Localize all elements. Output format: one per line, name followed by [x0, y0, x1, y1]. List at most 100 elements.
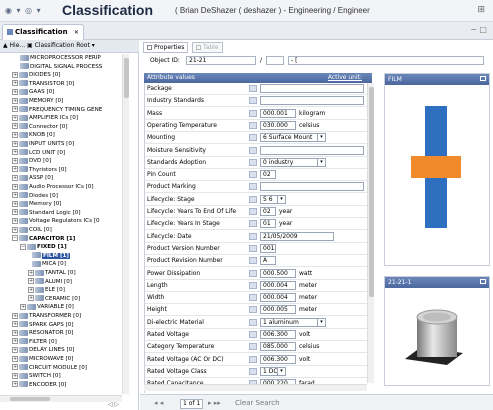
attribute-value-field[interactable]: [260, 84, 364, 93]
tree-item[interactable]: + Connector [0]: [12, 123, 68, 131]
tab-properties[interactable]: Properties: [143, 42, 189, 53]
expand-toggle-icon[interactable]: +: [12, 381, 18, 388]
tree-item[interactable]: + GAAS [0]: [12, 88, 54, 96]
grid-hscrollbar[interactable]: [144, 384, 367, 391]
expand-toggle-icon[interactable]: +: [12, 329, 18, 336]
tree-item[interactable]: + CERAMIC [0]: [28, 295, 80, 303]
expand-toggle-icon[interactable]: +: [20, 303, 26, 310]
attribute-edit-button[interactable]: [249, 146, 257, 154]
attribute-edit-button[interactable]: [249, 220, 257, 228]
expand-toggle-icon[interactable]: +: [12, 140, 18, 147]
object-id-field[interactable]: 21-21: [186, 56, 256, 65]
expand-toggle-icon[interactable]: +: [12, 183, 18, 190]
grid-vscrollbar[interactable]: [367, 83, 374, 383]
expand-toggle-icon[interactable]: +: [28, 295, 34, 302]
close-icon[interactable]: ✕: [74, 29, 79, 36]
tree-item[interactable]: MICROPROCESSOR PERIP: [20, 54, 101, 62]
expand-toggle-icon[interactable]: +: [12, 372, 18, 379]
tree-hscrollbar[interactable]: [0, 395, 122, 402]
chevron-down-icon[interactable]: ▾: [317, 157, 325, 167]
tree-item[interactable]: MICA [0]: [32, 260, 66, 268]
attribute-value-field[interactable]: 000.001: [260, 108, 296, 118]
attribute-edit-button[interactable]: [249, 244, 257, 252]
tree-item[interactable]: + FILTER [0]: [12, 338, 57, 346]
expand-toggle-icon[interactable]: +: [12, 346, 18, 353]
attribute-edit-button[interactable]: [249, 208, 257, 215]
active-unit-link[interactable]: Active unit:: [328, 74, 362, 81]
tree-item[interactable]: + LCD UNIT [0]: [12, 149, 65, 157]
attribute-value-field[interactable]: A: [260, 256, 276, 266]
tree-item[interactable]: + Standard Logic [0]: [12, 209, 81, 217]
tree-item[interactable]: + TRANSFORMER [0]: [12, 312, 81, 320]
expand-toggle-icon[interactable]: +: [28, 269, 34, 276]
attribute-edit-button[interactable]: [249, 109, 257, 117]
tree-item[interactable]: + ALUMI [0]: [28, 278, 72, 286]
attribute-value-field[interactable]: [260, 182, 364, 192]
revision-field[interactable]: [266, 56, 284, 65]
chevron-down-icon[interactable]: ▾: [277, 366, 285, 376]
attribute-value-field[interactable]: [260, 145, 364, 155]
attribute-edit-button[interactable]: [249, 269, 257, 277]
expand-toggle-icon[interactable]: +: [28, 286, 34, 293]
attribute-edit-button[interactable]: [249, 195, 257, 203]
expand-toggle-icon[interactable]: +: [12, 226, 18, 233]
attribute-value-field[interactable]: 006.300: [260, 330, 296, 339]
attribute-edit-button[interactable]: [249, 355, 257, 363]
expand-toggle-icon[interactable]: +: [12, 157, 18, 164]
tree-item[interactable]: + Memory [0]: [12, 200, 61, 208]
attribute-edit-button[interactable]: [249, 281, 257, 289]
attribute-value-field[interactable]: 02: [260, 170, 276, 180]
attribute-edit-button[interactable]: [249, 121, 257, 129]
expand-toggle-icon[interactable]: +: [12, 71, 18, 78]
tree-item[interactable]: + ASSP [0]: [12, 174, 53, 182]
page-indicator[interactable]: 1 of 1: [180, 399, 204, 409]
tree-item[interactable]: + Thyristors [0]: [12, 166, 67, 174]
expand-toggle-icon[interactable]: +: [12, 364, 18, 371]
expand-toggle-icon[interactable]: +: [28, 278, 34, 285]
tree-item[interactable]: + AMPLIFIER ICs [0]: [12, 114, 78, 122]
attribute-edit-button[interactable]: [249, 343, 257, 351]
tab-classification[interactable]: Classification ✕: [2, 24, 84, 40]
expand-toggle-icon[interactable]: +: [12, 97, 18, 104]
tree-item[interactable]: + SPARK GAPS [0]: [12, 321, 74, 329]
scroll-thumb[interactable]: [369, 87, 374, 297]
attribute-value-field[interactable]: 000.500: [260, 268, 296, 278]
tree-item[interactable]: + COIL [0]: [12, 226, 52, 234]
attribute-edit-button[interactable]: [249, 367, 257, 375]
expand-toggle-icon[interactable]: +: [12, 200, 18, 207]
expand-toggle-icon[interactable]: +: [12, 80, 18, 87]
tree-item[interactable]: + ELE [0]: [28, 286, 65, 294]
attribute-edit-button[interactable]: [249, 158, 257, 166]
tree-item[interactable]: + Voltage Regulators ICs [0: [12, 217, 100, 225]
attribute-edit-button[interactable]: [249, 257, 257, 265]
attribute-edit-button[interactable]: [249, 331, 257, 338]
attribute-value-field[interactable]: [260, 96, 364, 106]
window-controls[interactable]: − □: [470, 25, 487, 34]
tree-item[interactable]: − FIXED [1]: [20, 243, 67, 251]
tree-item[interactable]: + CIRCUIT MODULE [0]: [12, 364, 87, 372]
expand-toggle-icon[interactable]: +: [12, 114, 18, 121]
maximize-icon[interactable]: [480, 76, 486, 81]
chevron-down-icon[interactable]: ▾: [277, 194, 285, 204]
tree-item[interactable]: FILM [1]: [32, 252, 70, 260]
tree-nav-buttons[interactable]: ◁ ▷: [108, 401, 119, 408]
tree-item[interactable]: DIGITAL SIGNAL PROCESS: [20, 63, 102, 71]
tree-item[interactable]: + SWITCH [0]: [12, 372, 61, 380]
perspective-icon[interactable]: ⊞: [477, 5, 485, 15]
chevron-down-icon[interactable]: ▾: [317, 317, 325, 327]
expand-toggle-icon[interactable]: +: [12, 209, 18, 216]
tree-item[interactable]: + RESONATOR [0]: [12, 329, 73, 337]
attribute-value-field[interactable]: 000.004: [260, 293, 296, 303]
attribute-edit-button[interactable]: [249, 306, 257, 314]
nav-buttons[interactable]: ◉ ▾ ◎ ▾: [5, 6, 42, 15]
chevron-down-icon[interactable]: ▾: [317, 133, 325, 143]
tree-item[interactable]: + DVD [0]: [12, 157, 51, 165]
maximize-icon[interactable]: [480, 279, 486, 284]
attribute-edit-button[interactable]: [249, 183, 257, 191]
tree-item[interactable]: + TANTAL [0]: [28, 269, 76, 277]
attribute-edit-button[interactable]: [249, 171, 257, 179]
expand-toggle-icon[interactable]: +: [12, 174, 18, 181]
expand-toggle-icon[interactable]: +: [12, 166, 18, 173]
attribute-edit-button[interactable]: [249, 294, 257, 302]
attribute-value-field[interactable]: 21/05/2009: [260, 231, 334, 241]
